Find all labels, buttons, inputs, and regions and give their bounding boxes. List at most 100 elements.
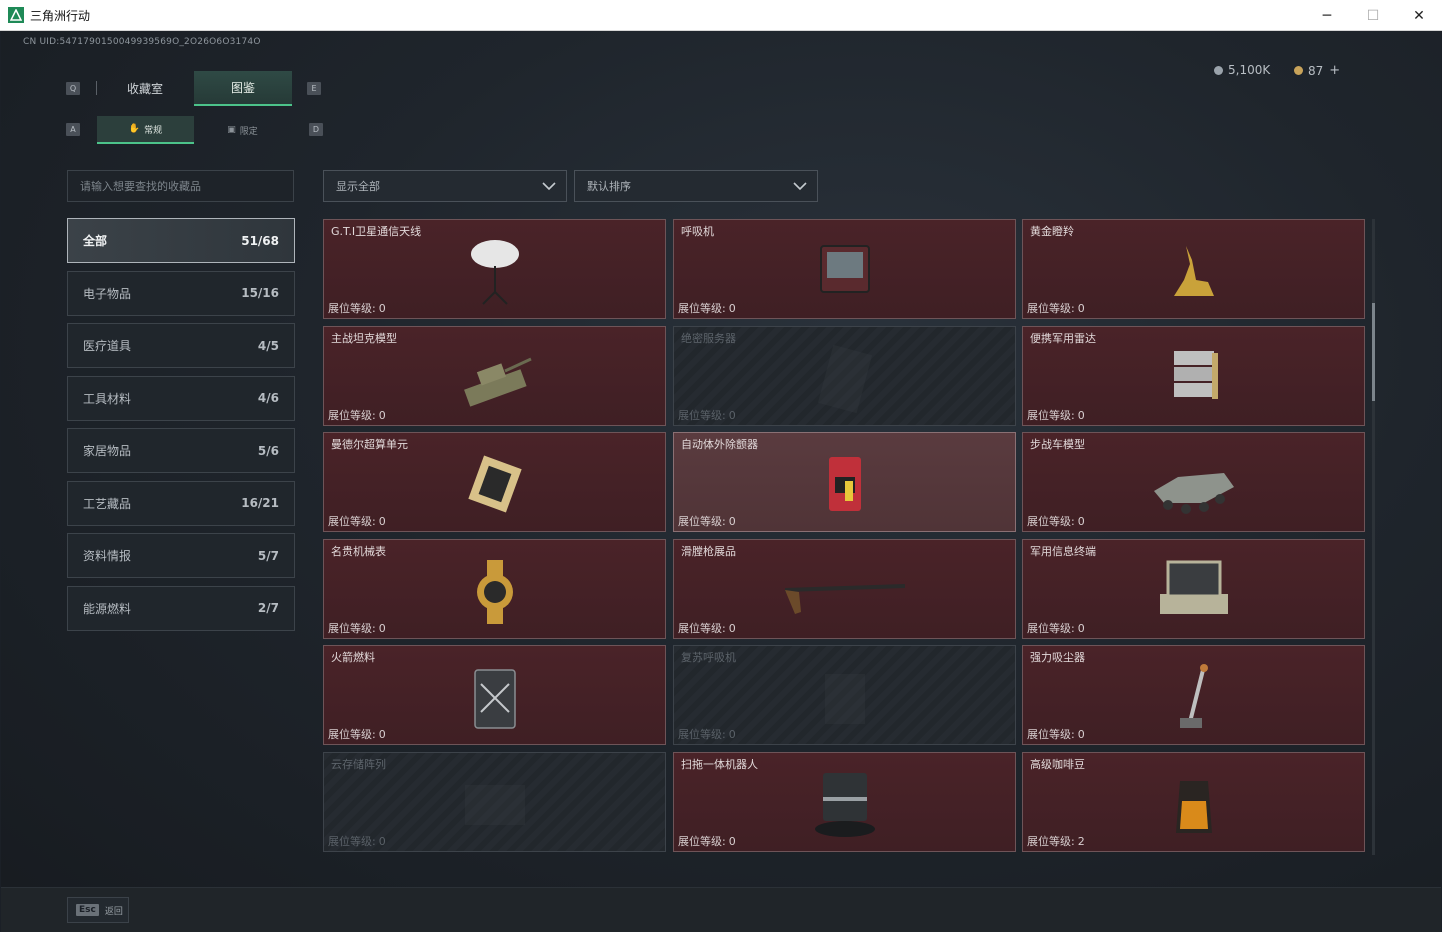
fuel-can-icon (473, 669, 516, 729)
search-input[interactable]: 请输入想要查找的收藏品 (67, 170, 294, 202)
category-all[interactable]: 全部 51/68 (67, 218, 295, 263)
collection-item-card[interactable]: 军用信息终端 展位等级: 0 (1022, 539, 1365, 639)
level-value: 0 (378, 622, 386, 635)
category-crafts[interactable]: 工艺藏品 16/21 (67, 480, 295, 526)
item-name: 步战车模型 (1030, 438, 1085, 451)
collection-item-card[interactable]: 主战坦克模型 展位等级: 0 (323, 326, 666, 426)
key-hint-q: Q (66, 82, 80, 95)
collection-item-card[interactable]: 扫拖一体机器人 展位等级: 0 (673, 752, 1016, 852)
category-label: 医疗道具 (83, 339, 132, 353)
main-tabs: 收藏室 图鉴 (96, 71, 292, 106)
subtab-limited[interactable]: ▣ 限定 (194, 116, 291, 144)
collection-item-card[interactable]: 自动体外除颤器 展位等级: 0 (673, 432, 1016, 532)
item-level: 展位等级: 0 (678, 726, 736, 742)
sort-dropdown[interactable]: 默认排序 (574, 170, 818, 202)
chevron-down-icon (793, 182, 807, 191)
item-level: 展位等级: 0 (1027, 407, 1085, 423)
subtab-regular[interactable]: ✋ 常规 (97, 116, 194, 144)
item-name: 自动体外除颤器 (681, 438, 758, 451)
minimize-icon: ─ (1322, 7, 1332, 24)
terminal-icon (1159, 560, 1228, 614)
collection-item-card[interactable]: 复苏呼吸机展位等级: 0 (673, 645, 1016, 745)
item-name: 火箭燃料 (331, 651, 375, 664)
collection-item-card[interactable]: 高级咖啡豆 展位等级: 2 (1022, 752, 1365, 852)
level-label: 展位等级: (678, 728, 726, 741)
coffee-bag-icon (1175, 781, 1212, 833)
game-stage: CN UID:5471790150049939569O_2O26O6O3174O… (1, 31, 1441, 932)
category-energy[interactable]: 能源燃料 2/7 (67, 585, 295, 631)
item-level: 展位等级: 0 (328, 300, 386, 316)
item-name: 高级咖啡豆 (1030, 758, 1085, 771)
gold-coin-icon (1294, 66, 1303, 75)
item-level: 展位等级: 0 (328, 407, 386, 423)
collection-item-card[interactable]: 火箭燃料 展位等级: 0 (323, 645, 666, 745)
collection-item-card[interactable]: 呼吸机 展位等级: 0 (673, 219, 1016, 319)
level-value: 0 (1077, 409, 1085, 422)
gold-currency-value: 87 (1308, 63, 1324, 78)
collection-item-card[interactable]: 绝密服务器 展位等级: 0 (673, 326, 1016, 426)
item-name: 滑膛枪展品 (681, 545, 736, 558)
item-name: 主战坦克模型 (331, 332, 397, 345)
category-label: 工具材料 (83, 391, 132, 406)
level-value: 0 (1077, 515, 1085, 528)
robot-vacuum-icon (814, 773, 875, 837)
add-currency-button[interactable]: + (1329, 63, 1340, 78)
collection-item-card[interactable]: 名贵机械表展位等级: 0 (323, 539, 666, 639)
level-label: 展位等级: (678, 515, 726, 528)
category-label: 能源燃料 (83, 601, 132, 616)
scrollbar-thumb[interactable] (1372, 303, 1375, 401)
item-level: 展位等级: 0 (678, 620, 736, 636)
key-hint-a: A (66, 123, 80, 136)
level-label: 展位等级: (1027, 409, 1075, 422)
collection-item-card[interactable]: 云存储阵列 展位等级: 0 (323, 752, 666, 852)
category-count: 4/6 (257, 391, 279, 405)
tab-collection-room[interactable]: 收藏室 (96, 71, 194, 106)
level-value: 0 (378, 835, 386, 848)
level-value: 0 (728, 409, 736, 422)
collection-item-card[interactable]: 强力吸尘器 展位等级: 0 (1022, 645, 1365, 745)
silver-coin-icon (1214, 65, 1223, 75)
subtab-limited-label: 限定 (239, 126, 258, 137)
item-name: 呼吸机 (681, 225, 714, 238)
collection-item-card[interactable]: 步战车模型展位等级: 0 (1022, 432, 1365, 532)
collection-item-card[interactable]: 黄金瞪羚 展位等级: 0 (1022, 219, 1365, 319)
category-household[interactable]: 家居物品 5/6 (67, 428, 295, 473)
collection-item-card[interactable]: 滑膛枪展品展位等级: 0 (673, 539, 1016, 639)
window-title: 三角洲行动 (30, 8, 91, 23)
item-level: 展位等级: 0 (1027, 513, 1085, 529)
category-label: 工艺藏品 (83, 496, 132, 511)
level-value: 0 (378, 728, 386, 741)
category-electronics[interactable]: 电子物品 15/16 (67, 270, 295, 316)
window-titlebar: 三角洲行动 ─ ☐ ✕ (0, 0, 1442, 31)
category-count: 4/5 (257, 338, 279, 353)
display-filter-dropdown[interactable]: 显示全部 (323, 170, 567, 202)
maximize-button[interactable]: ☐ (1350, 0, 1396, 31)
maximize-icon: ☐ (1366, 7, 1380, 24)
tab-catalog[interactable]: 图鉴 (194, 71, 292, 106)
item-name: 黄金瞪羚 (1030, 225, 1074, 238)
esc-key-hint: Esc (76, 904, 99, 916)
category-intel[interactable]: 资料情报 5/7 (67, 533, 295, 578)
back-button[interactable]: Esc 返回 (67, 897, 129, 923)
item-level: 展位等级: 0 (328, 513, 386, 529)
compute-unit-icon (467, 455, 522, 513)
level-label: 展位等级: (678, 302, 726, 315)
ifv-model-icon (1153, 473, 1234, 514)
close-button[interactable]: ✕ (1396, 0, 1442, 31)
item-name: 军用信息终端 (1030, 545, 1096, 558)
collection-item-card[interactable]: 便携军用雷达 展位等级: 0 (1022, 326, 1365, 426)
grid-scrollbar[interactable] (1372, 219, 1375, 855)
item-level: 展位等级: 0 (1027, 726, 1085, 742)
level-label: 展位等级: (328, 622, 376, 635)
collection-item-card[interactable]: 曼德尔超算单元 展位等级: 0 (323, 432, 666, 532)
item-name: 扫拖一体机器人 (681, 758, 758, 771)
resuscitator-icon (824, 674, 865, 724)
minimize-button[interactable]: ─ (1304, 0, 1350, 31)
close-icon: ✕ (1413, 7, 1425, 24)
collection-item-card[interactable]: G.T.I卫星通信天线 展位等级: 0 (323, 219, 666, 319)
category-medical[interactable]: 医疗道具 4/5 (67, 323, 295, 368)
category-tools[interactable]: 工具材料 4/6 (67, 375, 295, 421)
item-name: 名贵机械表 (331, 545, 386, 558)
item-name: 复苏呼吸机 (681, 651, 736, 664)
satellite-dish-icon (470, 240, 519, 305)
